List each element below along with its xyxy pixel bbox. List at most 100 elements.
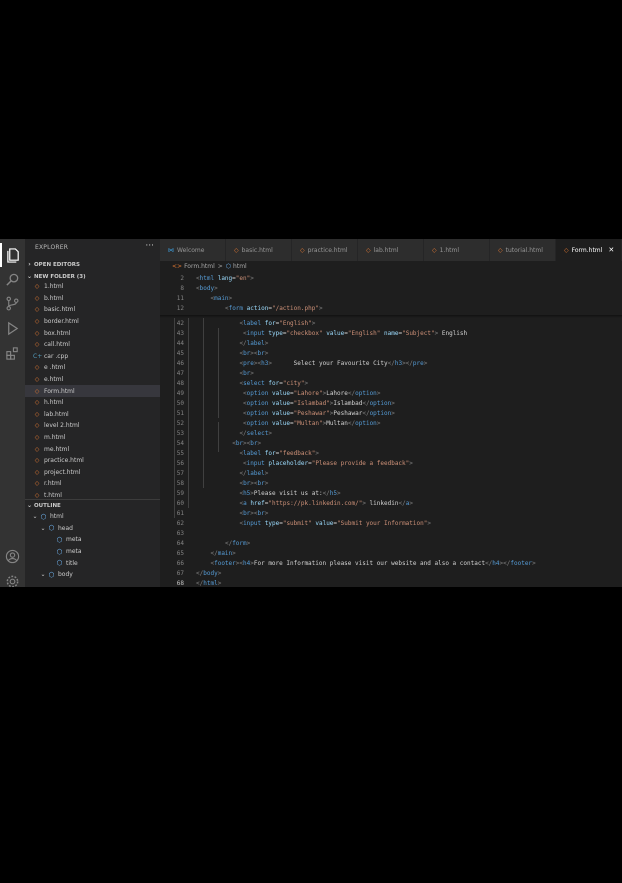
file-item[interactable]: ◇ border.html [25, 316, 160, 328]
outline-item[interactable]: ⌄ ⬡ head [25, 523, 160, 535]
code-line[interactable]: 59 <h5>Please visit us at:</h5> [160, 488, 622, 498]
tab-label: practice.html [307, 246, 348, 254]
file-item[interactable]: ◇ basic.html [25, 304, 160, 316]
breadcrumb-element[interactable]: html [233, 263, 247, 270]
code-line[interactable]: 52 <option value="Multan">Multan</option> [160, 418, 622, 428]
extensions-icon[interactable] [0, 341, 25, 365]
file-item[interactable]: C+ car .cpp [25, 351, 160, 363]
outline-section[interactable]: ⌄ OUTLINE [25, 499, 160, 511]
code-line[interactable]: 47 <br> [160, 368, 622, 378]
tab-1-html[interactable]: ◇ 1.html [424, 239, 490, 261]
code-line[interactable]: 53 </select> [160, 428, 622, 438]
file-item[interactable]: ◇ level 2.html [25, 420, 160, 432]
code-line[interactable]: 48 <select for="city"> [160, 378, 622, 388]
code-token: name [384, 329, 399, 337]
chevron-down-icon: ⌄ [32, 513, 38, 521]
tab-label: tutorial.html [505, 246, 543, 254]
more-actions-icon[interactable]: ··· [145, 241, 154, 251]
file-item[interactable]: ◇ e .html [25, 362, 160, 374]
chevron-right-icon: › [28, 261, 31, 268]
code-text: <h5>Please visit us at:</h5> [239, 490, 340, 497]
outline-item[interactable]: ⌄ ⬡ html [25, 511, 160, 523]
source-control-icon[interactable] [0, 291, 25, 315]
code-token: option [246, 389, 269, 397]
code-token: type [268, 329, 283, 337]
code-token: h3 [394, 359, 403, 367]
code-line[interactable]: 49 <option value="Lahore">Lahore</option> [160, 388, 622, 398]
file-item[interactable]: ◇ me.html [25, 443, 160, 455]
file-item[interactable]: ◇ project.html [25, 467, 160, 479]
code-token: "/action.php" [271, 304, 319, 312]
code-line[interactable]: 54 <br><br> [160, 438, 622, 448]
file-item[interactable]: ◇ practice.html [25, 455, 160, 467]
file-item[interactable]: ◇ m.html [25, 432, 160, 444]
tab-welcome[interactable]: ⋈ Welcome [160, 239, 226, 261]
tab-lab-html[interactable]: ◇ lab.html [358, 239, 424, 261]
tab-practice-html[interactable]: ◇ practice.html [292, 239, 358, 261]
code-token: label [246, 339, 265, 347]
code-line[interactable]: 8 <body> [160, 283, 622, 293]
code-line[interactable]: 50 <option value="Islambad">Islambad</opt… [160, 398, 622, 408]
code-token: value [271, 389, 291, 397]
run-debug-icon[interactable] [0, 316, 25, 340]
outline-item[interactable]: ⬡ title [25, 557, 160, 569]
outline-item[interactable]: ⬡ meta [25, 534, 160, 546]
code-line[interactable]: 2 <html lang="en"> [160, 273, 622, 283]
code-token: > [376, 419, 381, 427]
code-line[interactable]: 55 <label for="feedback"> [160, 448, 622, 458]
close-icon[interactable]: ✕ [608, 246, 614, 254]
code-line[interactable]: 56 <input placeholder="Please provide a f… [160, 458, 622, 468]
tab-tutorial-html[interactable]: ◇ tutorial.html [490, 239, 556, 261]
code-line[interactable]: 12 <form action="/action.php"> [160, 303, 622, 313]
line-number: 56 [176, 459, 184, 467]
code-line[interactable]: 11 <main> [160, 293, 622, 303]
file-item[interactable]: ◇ e.html [25, 374, 160, 386]
breadcrumb-file[interactable]: Form.html [184, 263, 215, 270]
explorer-icon[interactable] [0, 243, 25, 267]
file-item[interactable]: ◇ box.html [25, 327, 160, 339]
outline-item[interactable]: ⌄ ⬡ body [25, 569, 160, 581]
code-token: action [246, 304, 269, 312]
code-token: </ [387, 359, 395, 367]
file-item[interactable]: ◇ b.html [25, 293, 160, 305]
open-editors-section[interactable]: › OPEN EDITORS [25, 259, 160, 270]
file-item[interactable]: ◇ lab.html [25, 409, 160, 421]
line-number: 44 [176, 339, 184, 347]
file-item[interactable]: ◇ 1.html [25, 281, 160, 293]
code-line[interactable]: 65 </main> [160, 548, 622, 558]
tab-basic-html[interactable]: ◇ basic.html [226, 239, 292, 261]
code-line[interactable]: 67 </body> [160, 568, 622, 578]
code-line[interactable]: 43 <input type="checkbox" value="English"… [160, 328, 622, 338]
file-item[interactable]: ◇ h.html [25, 397, 160, 409]
html-file-icon: ◇ [34, 387, 40, 395]
file-label: r.html [44, 480, 62, 488]
code-line[interactable]: 62 <input type="submit" value="Submit you… [160, 518, 622, 528]
code-line[interactable]: 57 </label> [160, 468, 622, 478]
code-editor[interactable]: 2 <html lang="en"> 8 <body> 11 <main> 12 <form … [160, 272, 622, 587]
tab-form-html[interactable]: ◇ Form.html ✕ [556, 239, 622, 261]
code-line[interactable]: 61 <br><br> [160, 508, 622, 518]
code-line[interactable]: 66 <footer><h4>For more Information pleas… [160, 558, 622, 568]
code-line[interactable]: 51 <option value="Peshawar">Peshawar</opt… [160, 408, 622, 418]
sticky-scroll-shadow [160, 315, 622, 318]
code-line[interactable]: 45 <br><br> [160, 348, 622, 358]
file-item[interactable]: ◇ call.html [25, 339, 160, 351]
search-icon[interactable] [0, 267, 25, 291]
file-item[interactable]: ◇ r.html [25, 478, 160, 490]
code-line[interactable]: 60 <a href="https://pk.linkedin.com/"> li… [160, 498, 622, 508]
code-line[interactable]: 42 <label for="English"> [160, 318, 622, 328]
code-line[interactable]: 63 [160, 528, 622, 538]
code-line[interactable]: 58 <br><br> [160, 478, 622, 488]
code-line[interactable]: 64 </form> [160, 538, 622, 548]
code-line[interactable]: 46 <pre><h3> Select your Favourite City</… [160, 358, 622, 368]
gear-icon[interactable] [0, 569, 25, 587]
html-file-icon: ◇ [34, 434, 40, 442]
outline-item[interactable]: ⬡ meta [25, 546, 160, 558]
code-token: pre [412, 359, 424, 367]
account-icon[interactable] [0, 544, 25, 568]
code-token: Select your Favourite City [272, 359, 388, 367]
file-item[interactable]: ◇ Form.html [25, 385, 160, 397]
code-line[interactable]: 68 </html> [160, 578, 622, 587]
code-text: <a href="https://pk.linkedin.com/"> link… [239, 500, 413, 507]
code-line[interactable]: 44 </label> [160, 338, 622, 348]
